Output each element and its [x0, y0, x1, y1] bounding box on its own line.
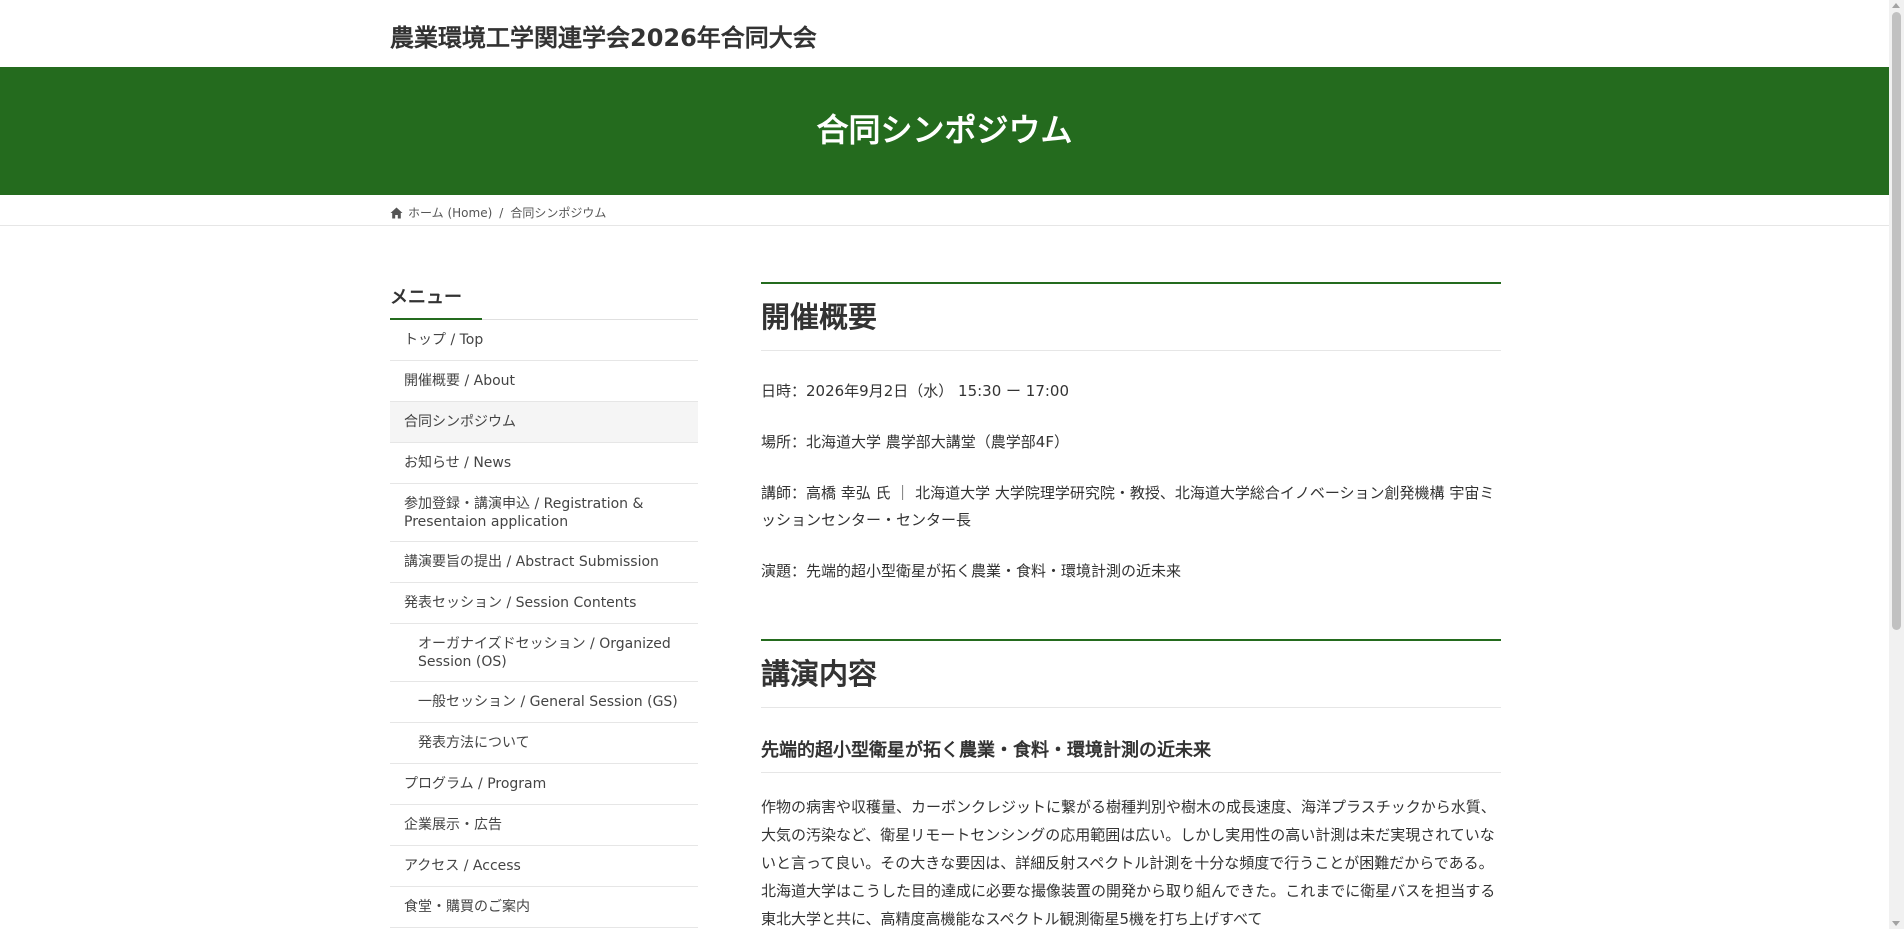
sidebar-menu: トップ / Top 開催概要 / About 合同シンポジウム お知らせ / N… — [390, 320, 698, 928]
overview-lecturer: 講師：高橋 幸弘 氏 ｜ 北海道大学 大学院理学研究院・教授、北海道大学総合イノ… — [761, 484, 1495, 529]
sidebar: メニュー トップ / Top 開催概要 / About 合同シンポジウム お知ら… — [390, 283, 698, 928]
sidebar-item-exhibition[interactable]: 企業展示・広告 — [390, 805, 698, 846]
breadcrumb-separator: / — [499, 205, 504, 220]
sidebar-item-symposium[interactable]: 合同シンポジウム — [390, 402, 698, 443]
breadcrumb-current: 合同シンポジウム — [510, 206, 607, 220]
overview-topic: 演題：先端的超小型衛星が拓く農業・食料・環境計測の近未来 — [761, 562, 1182, 580]
lecture-heading: 講演内容 — [761, 639, 1501, 708]
page: 農業環境工学関連学会2026年合同大会 合同シンポジウム ホーム (Home) … — [0, 0, 1889, 929]
sidebar-item-sessions[interactable]: 発表セッション / Session Contents — [390, 583, 698, 624]
sidebar-item-label[interactable]: 食堂・購買のご案内 — [404, 898, 530, 916]
overview-datetime: 日時：2026年9月2日（水） 15:30 ー 17:00 — [761, 382, 1070, 400]
sidebar-item-label[interactable]: 発表方法について — [418, 734, 530, 752]
site-title-link[interactable]: 農業環境工学関連学会2026年合同大会 — [390, 18, 817, 53]
sidebar-item-label[interactable]: 一般セッション / General Session (GS) — [418, 693, 678, 711]
lecture-subtitle: 先端的超小型衛星が拓く農業・食料・環境計測の近未来 — [761, 708, 1501, 773]
sidebar-item-access[interactable]: アクセス / Access — [390, 846, 698, 887]
menu-heading: メニュー — [390, 283, 698, 320]
sidebar-item-label[interactable]: プログラム / Program — [404, 775, 546, 793]
main-content: 開催概要 日時：2026年9月2日（水） 15:30 ー 17:00 場所：北海… — [761, 282, 1501, 929]
sidebar-item-organized-session[interactable]: オーガナイズドセッション / Organized Session (OS) — [390, 624, 698, 682]
home-icon — [390, 207, 403, 218]
scroll-down-arrow-icon[interactable] — [1892, 921, 1900, 926]
scroll-up-arrow-icon[interactable] — [1892, 3, 1900, 8]
page-banner: 合同シンポジウム — [0, 67, 1889, 195]
page-scrollbar[interactable] — [1889, 0, 1904, 929]
sidebar-item-top[interactable]: トップ / Top — [390, 320, 698, 361]
site-header: 農業環境工学関連学会2026年合同大会 — [0, 0, 1889, 67]
overview-place: 場所：北海道大学 農学部大講堂（農学部4F） — [761, 433, 1069, 451]
sidebar-item-presentation-method[interactable]: 発表方法について — [390, 723, 698, 764]
page-title: 合同シンポジウム — [816, 111, 1073, 149]
sidebar-item-label[interactable]: 合同シンポジウム — [404, 413, 516, 431]
sidebar-item-abstract[interactable]: 講演要旨の提出 / Abstract Submission — [390, 542, 698, 583]
sidebar-item-general-session[interactable]: 一般セッション / General Session (GS) — [390, 682, 698, 723]
sidebar-item-label[interactable]: オーガナイズドセッション / Organized Session (OS) — [418, 635, 684, 671]
sidebar-item-program[interactable]: プログラム / Program — [390, 764, 698, 805]
sidebar-item-cafeteria[interactable]: 食堂・購買のご案内 — [390, 887, 698, 928]
scroll-thumb[interactable] — [1892, 12, 1901, 630]
sidebar-item-label[interactable]: 参加登録・講演申込 / Registration & Presentaion a… — [404, 495, 684, 531]
sidebar-item-news[interactable]: お知らせ / News — [390, 443, 698, 484]
breadcrumb-home-link[interactable]: ホーム (Home) — [408, 204, 492, 221]
sidebar-item-label[interactable]: トップ / Top — [404, 331, 483, 349]
sidebar-item-label[interactable]: 講演要旨の提出 / Abstract Submission — [404, 553, 659, 571]
sidebar-item-label[interactable]: 発表セッション / Session Contents — [404, 594, 636, 612]
lecture-body: 作物の病害や収穫量、カーボンクレジットに繋がる樹種判別や樹木の成長速度、海洋プラ… — [761, 798, 1496, 928]
sidebar-item-registration[interactable]: 参加登録・講演申込 / Registration & Presentaion a… — [390, 484, 698, 542]
overview-heading: 開催概要 — [761, 282, 1501, 351]
sidebar-item-label[interactable]: 企業展示・広告 — [404, 816, 502, 834]
sidebar-item-label[interactable]: 開催概要 / About — [404, 372, 515, 390]
sidebar-item-about[interactable]: 開催概要 / About — [390, 361, 698, 402]
sidebar-item-label[interactable]: お知らせ / News — [404, 454, 511, 472]
breadcrumb: ホーム (Home) / 合同シンポジウム — [0, 195, 1889, 226]
lecture-section: 講演内容 先端的超小型衛星が拓く農業・食料・環境計測の近未来 作物の病害や収穫量… — [761, 639, 1501, 929]
sidebar-item-label[interactable]: アクセス / Access — [404, 857, 521, 875]
